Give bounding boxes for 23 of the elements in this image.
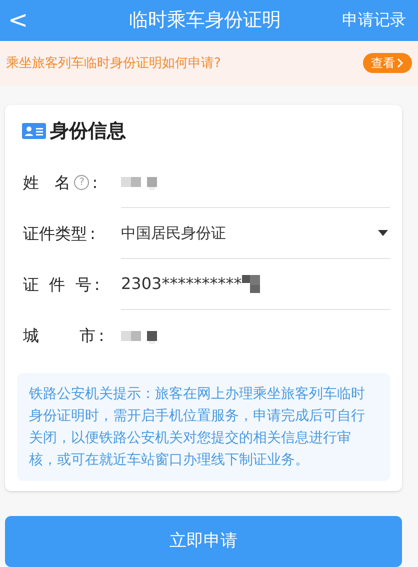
id-number: 2303********** bbox=[121, 273, 242, 296]
id-card-icon bbox=[22, 123, 46, 140]
colon: : bbox=[94, 274, 100, 296]
records-link[interactable]: 申请记录 bbox=[342, 8, 410, 32]
colon: : bbox=[92, 172, 98, 194]
redaction-drawing bbox=[242, 273, 262, 296]
field-label: 证 件 号 bbox=[23, 274, 92, 296]
colon: : bbox=[90, 222, 96, 245]
colon: : bbox=[98, 324, 104, 347]
dropdown-caret-icon bbox=[378, 230, 388, 236]
page-title: 临时乘车身份证明 bbox=[128, 8, 282, 34]
field-label: 证件类型 bbox=[23, 222, 87, 245]
chevron-icon bbox=[397, 58, 404, 68]
view-button[interactable]: 查看 bbox=[363, 53, 412, 74]
help-icon[interactable]: ? bbox=[74, 175, 90, 190]
id-type-select[interactable]: 中国居民身份证 bbox=[121, 222, 390, 245]
section-title: 身份信息 bbox=[50, 118, 126, 144]
apply-button[interactable]: 立即申请 bbox=[5, 516, 402, 567]
field-label: 姓 名 bbox=[23, 172, 70, 194]
field-label: 城 市 bbox=[23, 324, 96, 347]
notice-box: 铁路公安机关提示：旅客在网上办理乘坐旅客列车临时身份证明时，需开启手机位置服务，申请完成后可自行关闭，以便铁路公安机关对您提交的相关信息进行审核，或可在就近车站窗口办理线下制证业务。 bbox=[17, 373, 390, 482]
banner-text: 乘坐旅客列车临时身份证明如何申请? bbox=[6, 54, 221, 73]
back-button[interactable]: < bbox=[8, 8, 38, 32]
